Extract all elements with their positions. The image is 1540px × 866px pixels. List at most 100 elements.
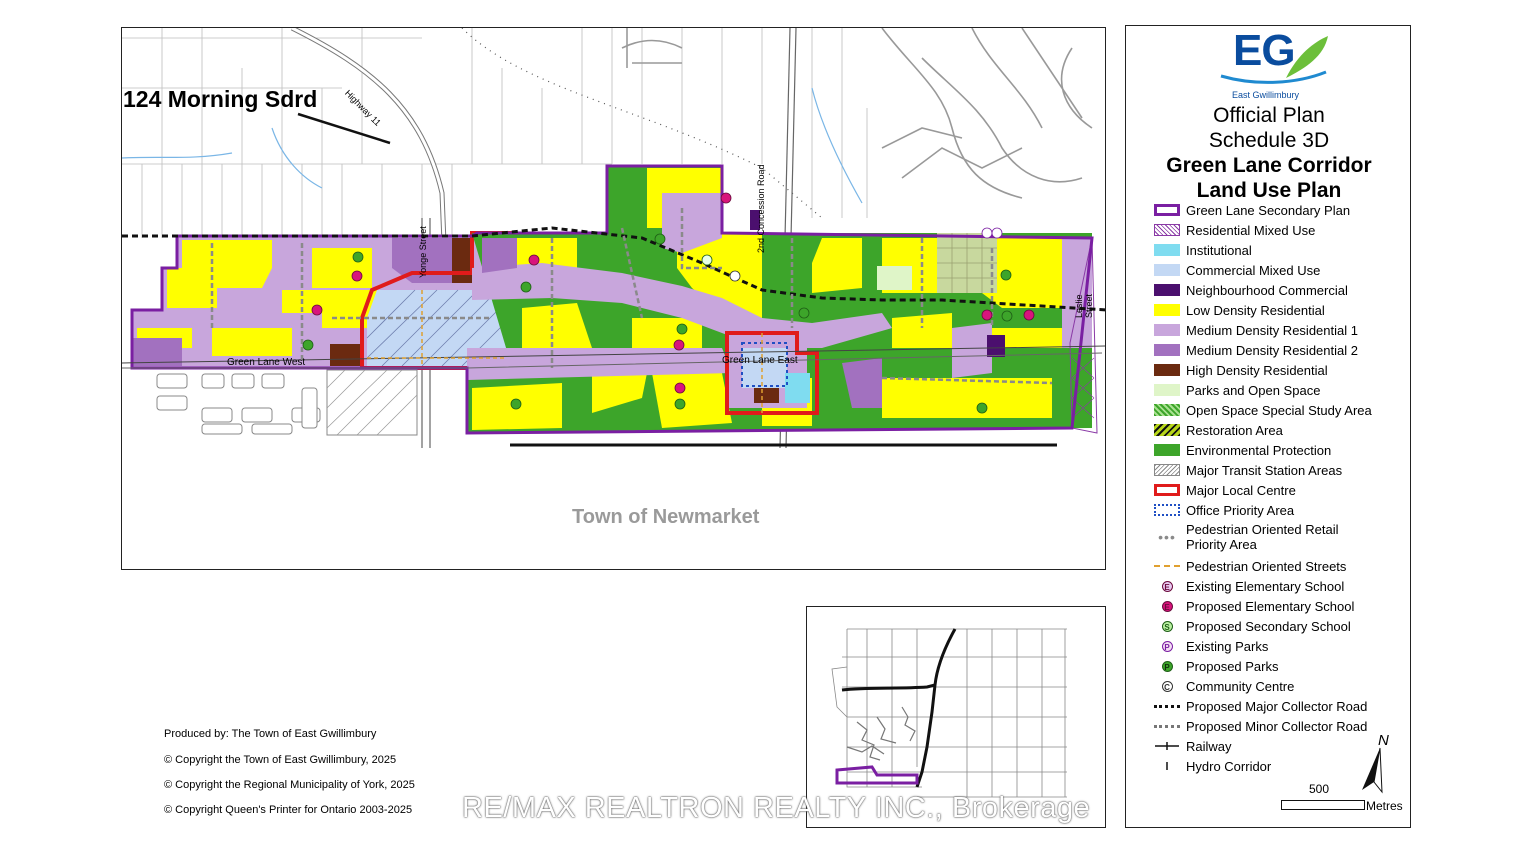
north-arrow-icon <box>1362 747 1383 794</box>
legend-label: High Density Residential <box>1186 362 1328 378</box>
legend-item-hydro-corridor: Hydro Corridor <box>1154 756 1271 776</box>
credit-copyright-queens-printer: © Copyright Queen's Printer for Ontario … <box>164 804 413 816</box>
legend-title-corridor: Green Lane Corridor <box>1166 154 1372 177</box>
legend-panel: EG East Gwillimbury Official Plan Schedu… <box>1125 25 1411 828</box>
legend-label: Community Centre <box>1186 678 1295 694</box>
concession-road-label: 2nd Concession Road <box>756 164 766 253</box>
legend-label: Residential Mixed Use <box>1186 222 1316 238</box>
legend-item-proposed-parks: P Proposed Parks <box>1154 656 1279 676</box>
legend-label: Proposed Elementary School <box>1186 598 1355 614</box>
east-gwillimbury-logo: EG East Gwillimbury <box>1216 26 1336 106</box>
legend-item-major-collector: Proposed Major Collector Road <box>1154 696 1367 716</box>
legend-label: Parks and Open Space <box>1186 382 1321 398</box>
swatch-parks-open-space <box>1154 384 1180 396</box>
legend-item-medium-density-2: Medium Density Residential 2 <box>1154 340 1358 360</box>
property-annotation: 124 Morning Sdrd <box>123 86 318 112</box>
legend-item-commercial-mixed-use: Commercial Mixed Use <box>1154 260 1320 280</box>
green-lane-east-label: Green Lane East <box>722 355 798 366</box>
legend-label: Institutional <box>1186 242 1252 258</box>
legend-item-secondary-plan: Green Lane Secondary Plan <box>1154 200 1350 220</box>
legend-label: Railway <box>1186 738 1232 754</box>
legend-label: Medium Density Residential 1 <box>1186 322 1358 338</box>
swatch-secondary-plan <box>1154 204 1180 216</box>
legend-item-existing-parks: P Existing Parks <box>1154 636 1268 656</box>
legend-label: Office Priority Area <box>1186 502 1295 518</box>
legend-title-official-plan: Official Plan <box>1213 104 1325 127</box>
legend-label: Hydro Corridor <box>1186 758 1272 774</box>
legend-label: Existing Parks <box>1186 638 1269 654</box>
legend-item-restoration-area: Restoration Area <box>1154 420 1283 440</box>
legend-item-railway: Railway <box>1154 736 1232 756</box>
swatch-restoration-area <box>1154 424 1180 436</box>
legend-item-proposed-secondary: S Proposed Secondary School <box>1154 616 1351 636</box>
swatch-medium-density-1 <box>1154 324 1180 336</box>
legend-label: Medium Density Residential 2 <box>1186 342 1358 358</box>
legend-label: Pedestrian Oriented Streets <box>1186 558 1347 574</box>
legend-item-pedestrian-streets: Pedestrian Oriented Streets <box>1154 556 1346 576</box>
legend-label: Proposed Minor Collector Road <box>1186 718 1368 734</box>
swatch-major-collector <box>1154 704 1180 708</box>
legend-item-neighbourhood-commercial: Neighbourhood Commercial <box>1154 280 1348 300</box>
legend-item-major-local-centre: Major Local Centre <box>1154 480 1296 500</box>
swatch-low-density <box>1154 304 1180 316</box>
legend-label: Major Local Centre <box>1186 482 1296 498</box>
proposed-elementary-school-icon: E <box>1154 600 1180 612</box>
legend-item-pedestrian-retail: ••• Pedestrian Oriented Retail Priority … <box>1154 520 1356 554</box>
green-lane-west-label: Green Lane West <box>227 357 306 368</box>
swatch-institutional <box>1154 244 1180 256</box>
legend-label: Pedestrian Oriented Retail Priority Area <box>1186 522 1339 552</box>
swatch-open-space-study <box>1154 404 1180 416</box>
swatch-major-local-centre <box>1154 484 1180 496</box>
legend-item-medium-density-1: Medium Density Residential 1 <box>1154 320 1358 340</box>
leslie-street-label: Leslie Street <box>1074 293 1094 318</box>
swatch-minor-collector <box>1154 724 1180 728</box>
legend-item-minor-collector: Proposed Minor Collector Road <box>1154 716 1367 736</box>
legend-label: Green Lane Secondary Plan <box>1186 202 1351 218</box>
legend-label: Neighbourhood Commercial <box>1186 282 1348 298</box>
legend-item-transit-station: Major Transit Station Areas <box>1154 460 1342 480</box>
legend-item-existing-elementary: E Existing Elementary School <box>1154 576 1344 596</box>
logo-text: EG <box>1233 26 1296 75</box>
brokerage-watermark: RE/MAX REALTRON REALTY INC., Brokerage <box>462 792 1091 824</box>
legend-label: Major Transit Station Areas <box>1186 462 1343 478</box>
swatch-pedestrian-streets <box>1154 565 1180 567</box>
town-of-newmarket-label: Town of Newmarket <box>572 506 760 528</box>
proposed-secondary-school-icon: S <box>1154 620 1180 632</box>
credit-produced-by: Produced by: The Town of East Gwillimbur… <box>164 728 377 740</box>
yonge-street-label: Yonge Street <box>418 226 428 278</box>
legend-item-high-density: High Density Residential <box>1154 360 1328 380</box>
legend-item-office-priority: Office Priority Area <box>1154 500 1294 520</box>
legend-label: Proposed Secondary School <box>1186 618 1351 634</box>
legend-label: Restoration Area <box>1186 422 1283 438</box>
existing-elementary-school-icon: E <box>1154 580 1180 592</box>
swatch-commercial-mixed-use <box>1154 264 1180 276</box>
hydro-corridor-icon <box>1154 761 1180 771</box>
credit-copyright-region: © Copyright the Regional Municipality of… <box>164 779 415 791</box>
swatch-high-density <box>1154 364 1180 376</box>
legend-item-institutional: Institutional <box>1154 240 1252 260</box>
logo-subtitle: East Gwillimbury <box>1232 90 1300 100</box>
legend-title-schedule: Schedule 3D <box>1208 129 1330 152</box>
legend-label: Commercial Mixed Use <box>1186 262 1321 278</box>
proposed-parks-icon: P <box>1154 660 1180 672</box>
legend-label: Environmental Protection <box>1186 442 1332 458</box>
dots-grey-icon: ••• <box>1158 529 1176 545</box>
legend-label: Low Density Residential <box>1186 302 1325 318</box>
legend-item-environmental-protection: Environmental Protection <box>1154 440 1331 460</box>
legend-label: Open Space Special Study Area <box>1186 402 1372 418</box>
swatch-environmental-protection <box>1154 444 1180 456</box>
scale-value: 500 <box>1309 782 1330 796</box>
legend-label: Proposed Major Collector Road <box>1186 698 1368 714</box>
railway-icon <box>1154 741 1180 751</box>
legend-item-parks-open-space: Parks and Open Space <box>1154 380 1320 400</box>
swatch-neighbourhood-commercial <box>1154 284 1180 296</box>
existing-parks-icon: P <box>1154 640 1180 652</box>
scale-bar <box>1281 800 1365 810</box>
community-centre-icon: C <box>1154 680 1180 692</box>
swatch-medium-density-2 <box>1154 344 1180 356</box>
swatch-transit-station <box>1154 464 1180 476</box>
legend-item-residential-mixed-use: Residential Mixed Use <box>1154 220 1315 240</box>
legend-item-community-centre: C Community Centre <box>1154 676 1294 696</box>
credit-copyright-town: © Copyright the Town of East Gwillimbury… <box>164 754 397 766</box>
legend-label: Existing Elementary School <box>1186 578 1345 594</box>
